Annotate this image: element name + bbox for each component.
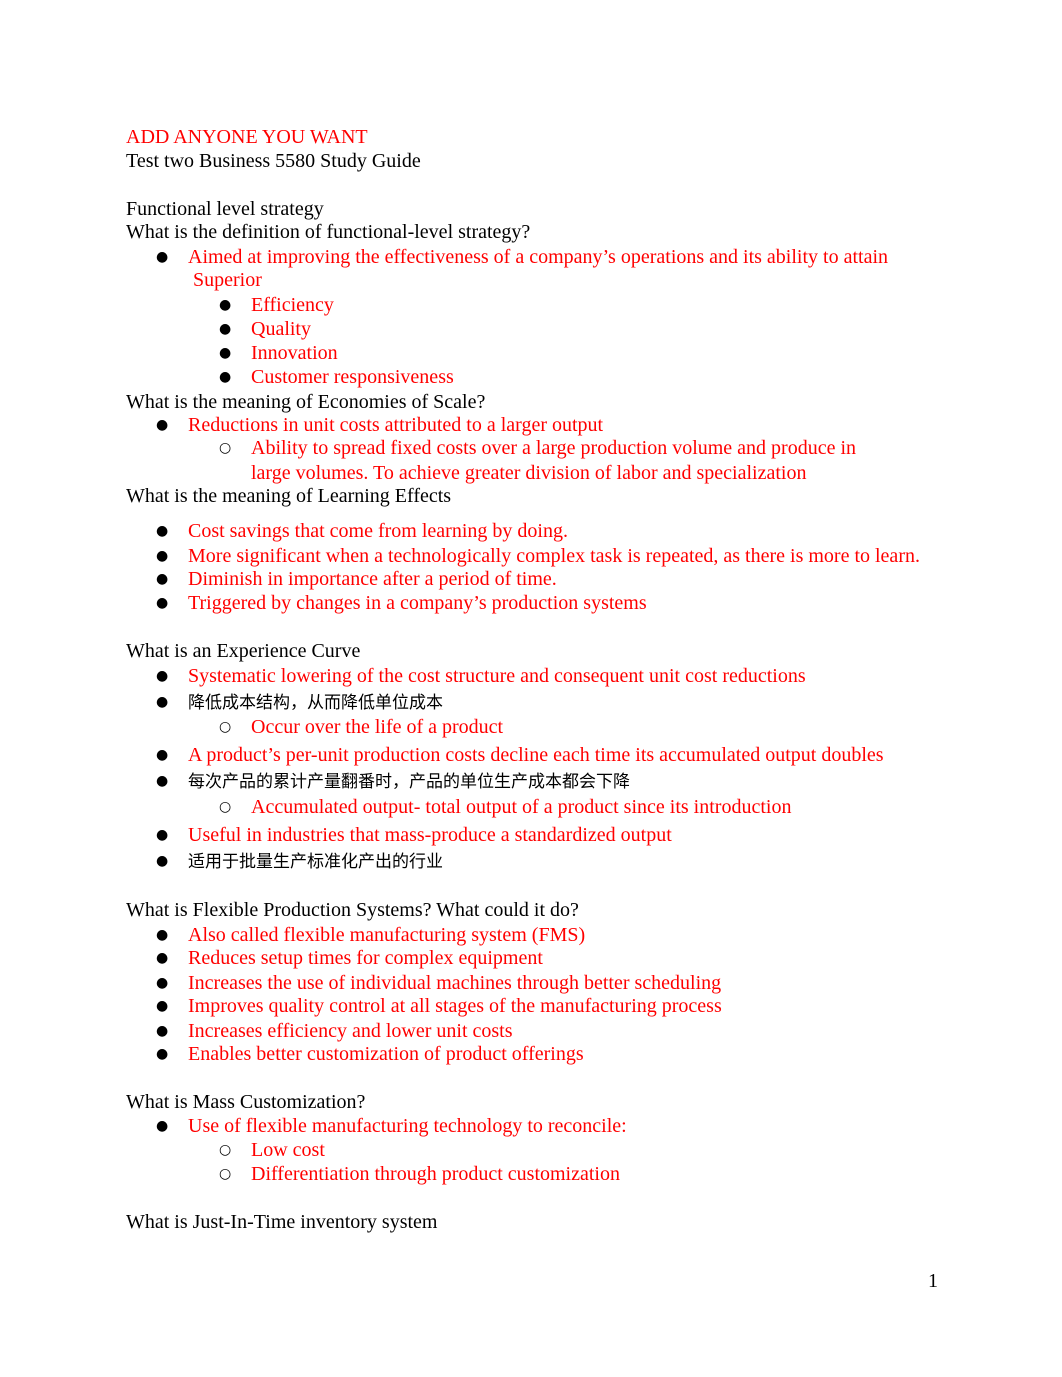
question: What is the meaning of Learning Effects [126,485,452,507]
question: What is Just-In-Time inventory system [126,1211,438,1233]
list-item: Enables better customization of product … [188,1043,584,1065]
bullet-icon: ● [219,369,232,385]
list-item: Quality [251,318,311,340]
list-item-chinese: 适用于批量生产标准化产出的行业 [188,852,443,872]
bullet-icon: ● [156,694,169,710]
bullet-icon: ● [219,345,232,361]
bullet-icon: ● [156,747,169,763]
bullet-icon: ● [156,827,169,843]
bullet-icon: ● [156,249,169,265]
bullet-icon: ● [219,297,232,313]
bullet-icon: ● [156,417,169,433]
sub-answer-continued: large volumes. To achieve greater divisi… [251,462,807,484]
bullet-icon: ● [156,1023,169,1039]
bullet-icon: ● [156,1118,169,1134]
hollow-bullet-icon: ○ [219,440,232,456]
answer: Reductions in unit costs attributed to a… [188,414,604,436]
bullet-icon: ● [156,1046,169,1062]
bullet-icon: ● [156,950,169,966]
hollow-bullet-icon: ○ [219,799,232,815]
hollow-bullet-icon: ○ [219,1142,232,1158]
list-item: Cost savings that come from learning by … [188,520,568,542]
list-item-chinese: 每次产品的累计产量翻番时，产品的单位生产成本都会下降 [188,772,630,792]
bullet-icon: ● [156,548,169,564]
list-item: Diminish in importance after a period of… [188,568,557,590]
bullet-icon: ● [156,853,169,869]
bullet-icon: ● [156,571,169,587]
list-item: Increases efficiency and lower unit cost… [188,1020,513,1042]
sub-item: Differentiation through product customiz… [251,1163,620,1185]
header-note: ADD ANYONE YOU WANT [126,126,368,148]
bullet-icon: ● [156,975,169,991]
section-heading: Functional level strategy [126,198,324,220]
page-number: 1 [928,1270,938,1292]
list-item: Customer responsiveness [251,366,454,388]
bullet-icon: ● [156,927,169,943]
list-item: A product’s per-unit production costs de… [188,744,884,766]
answer: Use of flexible manufacturing technology… [188,1115,627,1137]
hollow-bullet-icon: ○ [219,719,232,735]
answer-continued: Superior [193,269,262,291]
hollow-bullet-icon: ○ [219,1166,232,1182]
document-title: Test two Business 5580 Study Guide [126,150,421,172]
sub-item: Accumulated output- total output of a pr… [251,796,792,818]
list-item: More significant when a technologically … [188,545,920,567]
question: What is Flexible Production Systems? Wha… [126,899,579,921]
list-item: Efficiency [251,294,334,316]
question: What is the meaning of Economies of Scal… [126,391,486,413]
question: What is an Experience Curve [126,640,361,662]
list-item: Systematic lowering of the cost structur… [188,665,806,687]
list-item: Useful in industries that mass-produce a… [188,824,672,846]
sub-answer: Ability to spread fixed costs over a lar… [251,437,857,459]
bullet-icon: ● [156,998,169,1014]
bullet-icon: ● [156,773,169,789]
list-item: Triggered by changes in a company’s prod… [188,592,647,614]
sub-item: Occur over the life of a product [251,716,504,738]
question: What is Mass Customization? [126,1091,366,1113]
list-item: Also called flexible manufacturing syste… [188,924,586,946]
bullet-icon: ● [156,523,169,539]
question: What is the definition of functional-lev… [126,221,531,243]
list-item-chinese: 降低成本结构，从而降低单位成本 [188,693,443,713]
bullet-icon: ● [156,595,169,611]
list-item: Reduces setup times for complex equipmen… [188,947,543,969]
list-item: Improves quality control at all stages o… [188,995,722,1017]
list-item: Innovation [251,342,338,364]
list-item: Increases the use of individual machines… [188,972,722,994]
sub-item: Low cost [251,1139,325,1161]
bullet-icon: ● [156,668,169,684]
bullet-icon: ● [219,321,232,337]
answer: Aimed at improving the effectiveness of … [188,246,889,268]
